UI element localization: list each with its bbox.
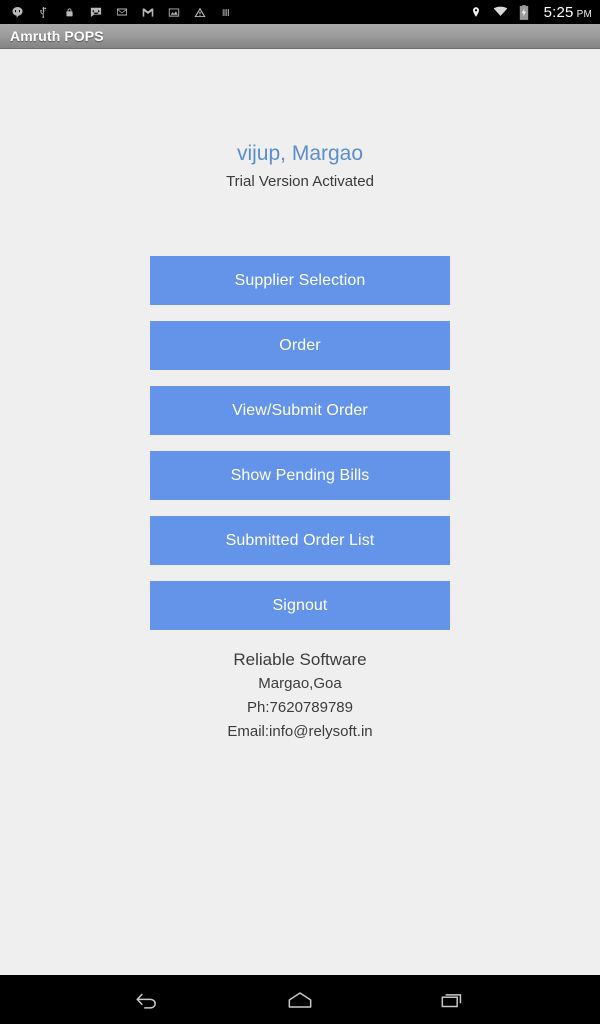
clock-meridiem: PM bbox=[576, 8, 592, 20]
device-screen: 5:25 PM Amruth POPS vijup, Margao Trial … bbox=[0, 0, 600, 1024]
hangouts-icon bbox=[10, 5, 25, 20]
main-content: vijup, Margao Trial Version Activated Su… bbox=[0, 49, 600, 975]
app-title: Amruth POPS bbox=[10, 28, 104, 44]
home-button[interactable] bbox=[270, 980, 330, 1020]
back-button[interactable] bbox=[117, 980, 177, 1020]
recent-apps-button[interactable] bbox=[423, 980, 483, 1020]
screenshot-icon bbox=[166, 5, 181, 20]
footer-address: Margao,Goa bbox=[258, 675, 342, 692]
submitted-order-list-button[interactable]: Submitted Order List bbox=[150, 516, 450, 565]
store-name: vijup, Margao bbox=[236, 142, 364, 165]
wifi-icon bbox=[493, 5, 508, 20]
supplier-selection-button[interactable]: Supplier Selection bbox=[150, 256, 450, 305]
trial-status-label: Trial Version Activated bbox=[226, 173, 374, 190]
status-bar-notification-icons bbox=[10, 5, 233, 20]
status-bar-system-icons: 5:25 PM bbox=[469, 4, 592, 21]
location-icon bbox=[469, 5, 484, 20]
back-icon bbox=[130, 987, 164, 1013]
messaging-icon bbox=[88, 5, 103, 20]
action-bar: Amruth POPS bbox=[0, 24, 600, 49]
email-icon bbox=[114, 5, 129, 20]
view-submit-order-button[interactable]: View/Submit Order bbox=[150, 386, 450, 435]
signout-button[interactable]: Signout bbox=[150, 581, 450, 630]
navigation-bar bbox=[0, 975, 600, 1024]
warning-icon bbox=[192, 5, 207, 20]
status-bar-clock: 5:25 PM bbox=[544, 4, 592, 21]
footer-phone: Ph:7620789789 bbox=[247, 699, 353, 716]
order-button[interactable]: Order bbox=[150, 321, 450, 370]
usb-icon bbox=[36, 5, 51, 20]
clock-time: 5:25 bbox=[543, 3, 574, 21]
recent-apps-icon bbox=[436, 987, 470, 1013]
show-pending-bills-button[interactable]: Show Pending Bills bbox=[150, 451, 450, 500]
lock-icon bbox=[62, 5, 77, 20]
home-icon bbox=[283, 987, 317, 1013]
footer-company-name: Reliable Software bbox=[233, 650, 367, 669]
status-bar: 5:25 PM bbox=[0, 0, 600, 24]
footer-info: Reliable Software Margao,Goa Ph:76207897… bbox=[0, 647, 600, 744]
main-menu: Supplier Selection Order View/Submit Ord… bbox=[150, 256, 450, 630]
footer-email: Email:info@relysoft.in bbox=[227, 723, 373, 740]
gmail-icon bbox=[140, 5, 155, 20]
vpn-icon bbox=[218, 5, 233, 20]
header-block: vijup, Margao Trial Version Activated bbox=[0, 141, 600, 192]
battery-charging-icon bbox=[517, 4, 532, 20]
